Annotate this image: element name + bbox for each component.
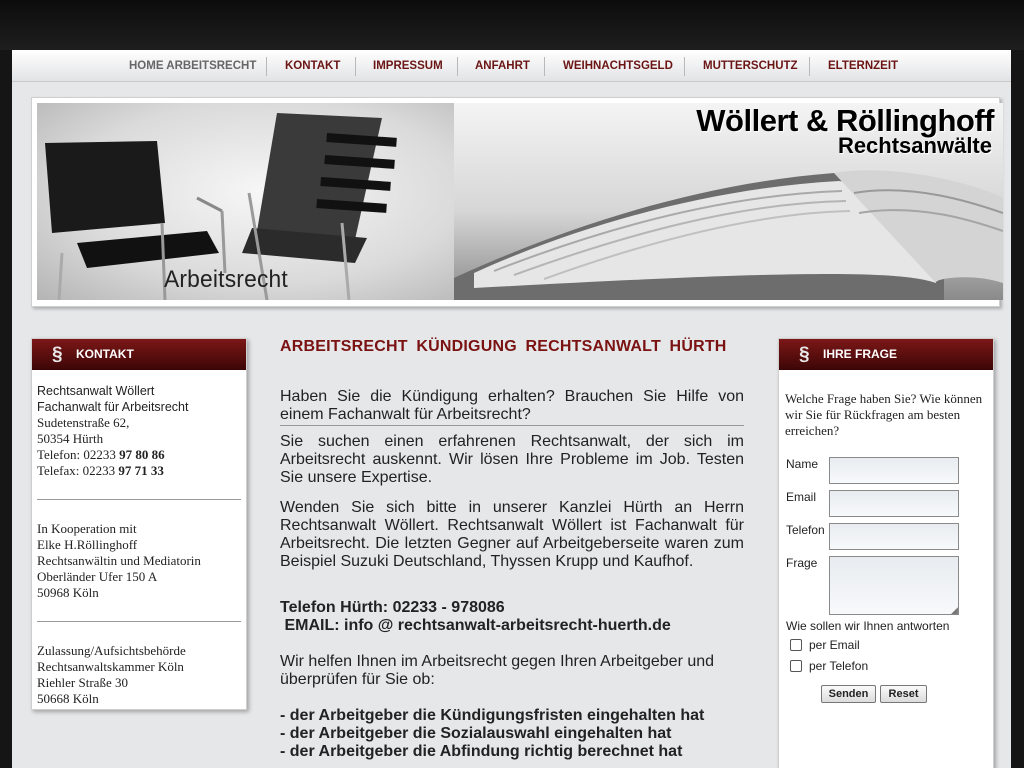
phone-label: Telefon <box>786 523 825 537</box>
paragraph-kanzlei: Wenden Sie sich bitte in unserer Kanzlei… <box>280 499 744 570</box>
nav-separator <box>266 57 267 76</box>
per-email-label: per Email <box>809 638 860 652</box>
main-nav: HOME ARBEITSRECHT KONTAKT IMPRESSUM ANFA… <box>12 50 1011 82</box>
per-phone-checkbox[interactable] <box>790 660 802 672</box>
question-form: Name Email Telefon Frage ◢ Wie sollen wi… <box>779 457 993 757</box>
chairs-image: Arbeitsrecht <box>37 103 454 300</box>
intro-text: Haben Sie die Kündigung erhalten? Brauch… <box>280 388 744 423</box>
nav-item-elternzeit[interactable]: ELTERNZEIT <box>828 50 898 81</box>
contact-line: Rechtsanwalt Wöllert <box>37 384 155 398</box>
question-box-title: IHRE FRAGE <box>823 347 898 361</box>
checklist-item: - der Arbeitgeber die Sozialauswahl eing… <box>280 725 672 742</box>
banner-caption: Arbeitsrecht <box>164 266 288 293</box>
question-box: § IHRE FRAGE Welche Frage haben Sie? Wie… <box>778 338 994 768</box>
paragraph-expertise: Sie suchen einen erfahrenen Rechtsanwalt… <box>280 433 744 486</box>
contact-line: In Kooperation mit <box>37 521 137 536</box>
checklist-item: - der Arbeitgeber die Abfindung richtig … <box>280 743 683 760</box>
header-banner: Arbeitsrecht Wöllert & Röllinghoff Recht… <box>31 97 1003 307</box>
nav-separator <box>809 57 810 76</box>
question-box-header: § IHRE FRAGE <box>779 339 993 370</box>
per-email-checkbox[interactable] <box>790 639 802 651</box>
email-input[interactable] <box>829 490 959 517</box>
book-image: Wöllert & Röllinghoff Rechtsanwälte <box>454 103 1003 300</box>
contact-line: Rechtsanwältin und Mediatorin <box>37 553 201 568</box>
nav-item-anfahrt[interactable]: ANFAHRT <box>475 50 530 81</box>
firm-subtitle: Rechtsanwälte <box>837 133 992 158</box>
nav-separator <box>544 57 545 76</box>
contact-line: Fachanwalt für Arbeitsrecht <box>37 400 189 414</box>
paragraph-icon: § <box>52 344 63 365</box>
contact-line: 50968 Köln <box>37 585 99 600</box>
question-textarea[interactable] <box>829 556 959 615</box>
contact-phone: Telefon: 02233 97 80 86 <box>37 447 241 463</box>
phone-line: Telefon Hürth: 02233 - 978086 <box>280 599 505 616</box>
phone-input[interactable] <box>829 523 959 550</box>
name-label: Name <box>786 457 819 471</box>
contact-line: 50668 Köln <box>37 691 99 706</box>
nav-item-kontakt[interactable]: KONTAKT <box>285 50 340 81</box>
main-content: ARBEITSRECHT KÜNDIGUNG RECHTSANWALT HÜRT… <box>280 338 744 761</box>
contact-line: Rechtsanwaltskammer Köln <box>37 659 184 674</box>
top-band <box>0 0 1024 50</box>
resize-handle-icon[interactable]: ◢ <box>951 605 958 616</box>
contact-box: § KONTAKT Rechtsanwalt Wöllert Fachanwal… <box>31 338 247 710</box>
contact-line: Oberländer Ufer 150 A <box>37 569 158 584</box>
contact-line: Zulassung/Aufsichtsbehörde <box>37 643 186 658</box>
nav-item-home[interactable]: HOME ARBEITSRECHT <box>129 50 256 81</box>
checklist-item: - der Arbeitgeber die Kündigungsfristen … <box>280 707 705 724</box>
phone-label: Telefon: 02233 <box>37 447 116 462</box>
send-button[interactable]: Senden <box>821 685 876 703</box>
contact-block-woellert: Rechtsanwalt Wöllert Fachanwalt für Arbe… <box>32 370 246 479</box>
name-input[interactable] <box>829 457 959 484</box>
fax-number: 97 71 33 <box>118 463 164 478</box>
contact-fax: Telefax: 02233 97 71 33 <box>37 463 241 479</box>
paragraph-icon: § <box>799 344 810 365</box>
nav-separator <box>355 57 356 76</box>
email-line[interactable]: EMAIL: info @ rechtsanwalt-arbeitsrecht-… <box>280 617 744 635</box>
nav-item-mutterschutz[interactable]: MUTTERSCHUTZ <box>703 50 798 81</box>
banner-image: Arbeitsrecht Wöllert & Röllinghoff Recht… <box>37 103 1003 300</box>
contact-box-title: KONTAKT <box>76 347 134 361</box>
contact-block-roellinghoff: In Kooperation mit Elke H.Röllinghoff Re… <box>32 500 246 601</box>
nav-item-weihnachtsgeld[interactable]: WEIHNACHTSGELD <box>563 50 673 81</box>
reset-button[interactable]: Reset <box>880 685 927 703</box>
nav-separator <box>684 57 685 76</box>
question-intro: Welche Frage haben Sie? Wie können wir S… <box>785 391 983 438</box>
phone-number: 97 80 86 <box>119 447 165 462</box>
contact-box-header: § KONTAKT <box>32 339 246 370</box>
paragraph-help: Wir helfen Ihnen im Arbeitsrecht gegen I… <box>280 653 715 688</box>
contact-line: Riehler Straße 30 <box>37 675 128 690</box>
page-title: ARBEITSRECHT KÜNDIGUNG RECHTSANWALT HÜRT… <box>280 338 727 355</box>
per-phone-label: per Telefon <box>809 659 869 673</box>
contact-line: Sudetenstraße 62, <box>37 415 130 430</box>
page-container: HOME ARBEITSRECHT KONTAKT IMPRESSUM ANFA… <box>12 50 1011 768</box>
contact-line: Elke H.Röllinghoff <box>37 537 138 552</box>
question-label: Frage <box>786 556 818 570</box>
answer-prompt: Wie sollen wir Ihnen antworten <box>786 619 950 633</box>
fax-label: Telefax: 02233 <box>37 463 116 478</box>
contact-block-authority: Zulassung/Aufsichtsbehörde Rechtsanwalts… <box>32 622 246 707</box>
contact-line: 50354 Hürth <box>37 431 104 446</box>
email-label: Email <box>786 490 817 504</box>
divider <box>280 425 744 426</box>
nav-separator <box>457 57 458 76</box>
nav-item-impressum[interactable]: IMPRESSUM <box>373 50 443 81</box>
